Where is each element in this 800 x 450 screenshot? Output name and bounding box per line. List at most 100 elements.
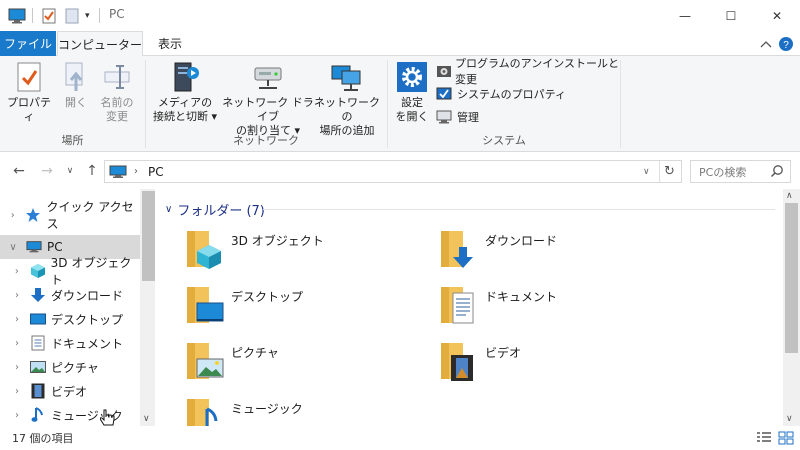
help-icon[interactable]: ?	[778, 34, 794, 54]
refresh-icon[interactable]: ↻	[664, 164, 675, 179]
forward-button[interactable]: →	[37, 161, 57, 181]
search-icon[interactable]	[770, 164, 784, 181]
map-network-drive-button[interactable]: ネットワーク ドライブ の割り当て ▾	[220, 60, 316, 138]
music-icon	[30, 407, 46, 423]
open-settings-label-1: 設定	[401, 96, 423, 109]
title-bar: ▾ PC — ☐ ✕	[0, 0, 800, 31]
svg-text:?: ?	[783, 40, 789, 51]
properties-button[interactable]: プロパティ	[6, 60, 52, 124]
folder-name: ダウンロード	[485, 234, 558, 248]
scroll-down-icon[interactable]: ∨	[786, 414, 793, 424]
music-folder-icon	[185, 395, 225, 426]
close-button[interactable]: ✕	[754, 0, 800, 31]
gear-icon	[394, 60, 430, 94]
window-title: PC	[109, 7, 125, 21]
nav-item-label: クイック アクセス	[46, 200, 134, 231]
nav-item-documents[interactable]: › ドキュメント	[0, 331, 140, 355]
breadcrumb-separator-icon[interactable]: ›	[134, 166, 138, 177]
media-server-icon	[167, 60, 203, 94]
navigation-pane: › クイック アクセス ∨ PC › 3D オブジェクト › ダウンロード › …	[0, 189, 155, 426]
recent-locations-button[interactable]: ∨	[60, 161, 80, 181]
folder-desktop[interactable]: デスクトップ	[185, 282, 425, 328]
nav-item-pictures[interactable]: › ピクチャ	[0, 355, 140, 379]
cube-icon	[30, 263, 46, 279]
tab-computer[interactable]: コンピューター	[57, 31, 143, 57]
nav-item-music[interactable]: › ミュージック	[0, 403, 140, 426]
manage-button[interactable]: 管理	[436, 107, 479, 127]
system-properties-button[interactable]: システムのプロパティ	[436, 84, 566, 104]
new-folder-quick-icon[interactable]	[64, 6, 80, 26]
minimize-button[interactable]: —	[662, 0, 708, 31]
chevron-right-icon[interactable]: ›	[12, 410, 22, 421]
nav-item-quick-access[interactable]: › クイック アクセス	[0, 200, 140, 231]
ribbon-group-network: メディアの 接続と切断 ▾ ネットワーク ドライブ の割り当て ▾ ネットワーク…	[146, 56, 386, 152]
computer-icon	[8, 6, 26, 26]
scroll-down-icon[interactable]: ∨	[143, 414, 150, 424]
properties-quick-icon[interactable]	[41, 6, 57, 26]
scroll-up-icon[interactable]: ∧	[786, 191, 793, 201]
rename-button[interactable]: 名前の 変更	[96, 60, 138, 124]
folder-3d-objects[interactable]: 3D オブジェクト	[185, 226, 425, 272]
chevron-right-icon[interactable]: ›	[12, 266, 22, 277]
search-input[interactable]: PCの検索	[690, 160, 791, 183]
download-icon	[30, 287, 46, 303]
open-settings-button[interactable]: 設定 を開く	[392, 60, 432, 124]
maximize-button[interactable]: ☐	[708, 0, 754, 31]
chevron-right-icon[interactable]: ›	[12, 314, 22, 325]
folder-documents[interactable]: ドキュメント	[439, 282, 679, 328]
uninstall-program-button[interactable]: プログラムのアンインストールと変更	[436, 57, 620, 86]
open-button[interactable]: 開く	[56, 60, 96, 110]
chevron-right-icon[interactable]: ›	[8, 210, 17, 221]
chevron-right-icon[interactable]: ›	[12, 338, 22, 349]
nav-item-label: デスクトップ	[51, 312, 124, 327]
address-dropdown-icon[interactable]: ∨	[643, 167, 650, 177]
up-button[interactable]: ↑	[82, 161, 102, 181]
folder-pictures[interactable]: ピクチャ	[185, 338, 425, 384]
folders-group-header[interactable]: ∨ フォルダー (7)	[165, 199, 265, 219]
scrollbar-thumb[interactable]	[142, 191, 155, 281]
chevron-right-icon[interactable]: ›	[12, 386, 22, 397]
tab-view[interactable]: 表示	[150, 31, 190, 56]
folder-downloads[interactable]: ダウンロード	[439, 226, 679, 272]
desktop-icon	[30, 311, 46, 327]
nav-item-desktop[interactable]: › デスクトップ	[0, 307, 140, 331]
cube-folder-icon	[185, 227, 225, 271]
folder-music[interactable]: ミュージック	[185, 394, 425, 426]
details-view-icon[interactable]	[756, 431, 772, 448]
back-button[interactable]: ←	[9, 161, 29, 181]
up-arrow-icon: ↑	[86, 163, 98, 179]
folder-name: ピクチャ	[231, 346, 279, 360]
chevron-down-icon[interactable]: ∨	[8, 242, 18, 253]
folder-name: ドキュメント	[485, 290, 558, 304]
nav-item-3d-objects[interactable]: › 3D オブジェクト	[0, 256, 140, 287]
content-scrollbar[interactable]: ∧ ∨	[783, 189, 800, 426]
scrollbar-thumb[interactable]	[785, 203, 798, 353]
document-icon	[30, 335, 46, 351]
add-network-location-button[interactable]: ネットワークの 場所の追加	[314, 60, 380, 138]
tab-file[interactable]: ファイル	[0, 31, 56, 56]
manage-label: 管理	[457, 111, 479, 124]
chevron-right-icon[interactable]: ›	[12, 362, 22, 373]
media-connect-button[interactable]: メディアの 接続と切断 ▾	[150, 60, 220, 124]
expand-ribbon-icon[interactable]	[760, 34, 772, 54]
picture-folder-icon	[185, 339, 225, 383]
address-bar[interactable]: › PC ∨ ↻	[104, 160, 682, 183]
maximize-icon: ☐	[725, 8, 737, 23]
rename-label-1: 名前の	[100, 96, 134, 109]
chevron-right-icon[interactable]: ›	[12, 290, 22, 301]
nav-item-videos[interactable]: › ビデオ	[0, 379, 140, 403]
uninstall-label: プログラムのアンインストールと変更	[455, 57, 620, 86]
media-connect-label-1: メディアの	[157, 96, 213, 109]
nav-item-label: ドキュメント	[51, 336, 124, 351]
breadcrumb-pc[interactable]: PC	[148, 165, 164, 179]
uninstall-icon	[436, 63, 452, 79]
customize-quick-access-icon[interactable]: ▾	[85, 6, 90, 26]
media-connect-label-2: 接続と切断 ▾	[152, 110, 218, 123]
large-icons-view-icon[interactable]	[778, 431, 794, 448]
navigation-row: ← → ∨ ↑ › PC ∨ ↻ PCの検索	[0, 153, 800, 189]
picture-icon	[30, 359, 46, 375]
navigation-scrollbar[interactable]: ∨	[140, 189, 155, 426]
nav-item-downloads[interactable]: › ダウンロード	[0, 283, 140, 307]
collapse-group-icon[interactable]: ∨	[165, 204, 172, 215]
folder-videos[interactable]: ビデオ	[439, 338, 679, 384]
